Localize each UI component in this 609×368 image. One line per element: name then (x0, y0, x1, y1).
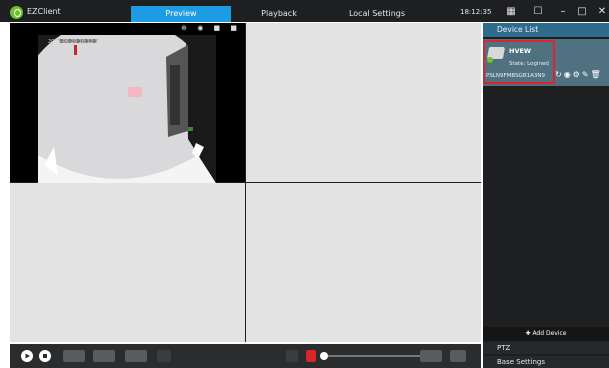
video-pane-4[interactable] (246, 183, 481, 342)
fisheye-image (38, 35, 216, 183)
video-pane-1[interactable]: ⊕ ◉ ■ ■ 2024-06-29 18:12:35 IPC001 (10, 23, 245, 183)
camera-tool-icons[interactable]: ⊕ ◉ ■ ■ (181, 24, 241, 32)
next-group-button[interactable] (93, 350, 115, 362)
playback-controls (10, 344, 481, 368)
close-icon[interactable]: ✕ (596, 6, 608, 18)
volume-slider-track[interactable] (328, 355, 428, 357)
app-logo-icon (10, 6, 23, 19)
tab-playback[interactable]: Playback (231, 6, 327, 22)
video-pane-3[interactable] (10, 183, 245, 342)
maximize-icon[interactable]: □ (576, 6, 588, 18)
microphone-icon[interactable] (286, 350, 298, 362)
layout-icon[interactable]: ▦ (505, 6, 517, 18)
add-device-label: Add Device (532, 330, 567, 337)
camera-osd-name: IPC001 (106, 39, 124, 45)
camera-feed: 2024-06-29 18:12:35 IPC001 (38, 35, 216, 183)
tab-preview[interactable]: Preview (131, 6, 231, 22)
device-list-header[interactable]: Device List (483, 23, 609, 37)
minimize-icon[interactable]: – (557, 6, 569, 18)
speaker-icon[interactable] (306, 350, 316, 362)
volume-slider-handle[interactable] (320, 352, 328, 360)
video-pane-2[interactable] (246, 23, 481, 182)
video-grid: ⊕ ◉ ■ ■ 2024-06-29 18:12:35 IPC001 (10, 23, 481, 342)
alarm-icon[interactable] (157, 350, 171, 362)
stop-icon (43, 354, 47, 358)
ptz-panel[interactable]: PTZ (483, 342, 609, 354)
record-button[interactable] (125, 350, 147, 362)
title-bar: EZClient Preview Playback Local Settings… (0, 0, 609, 22)
play-all-button[interactable] (21, 350, 33, 362)
app-name: EZClient (27, 7, 61, 16)
play-icon (25, 353, 30, 359)
camera-toolbar: ⊕ ◉ ■ ■ (10, 23, 245, 35)
stop-all-button[interactable] (39, 350, 51, 362)
base-settings-panel[interactable]: Base Settings (483, 356, 609, 368)
fullscreen-button[interactable] (420, 350, 442, 362)
device-action-icons[interactable]: ↻◉⚙✎🗑 (555, 70, 603, 79)
add-device-button[interactable]: ✚ Add Device (483, 327, 609, 341)
tab-local-settings[interactable]: Local Settings (327, 6, 427, 22)
clock: 18:12:35 (460, 8, 492, 16)
lock-icon[interactable]: ☐ (532, 6, 544, 18)
split-layout-button[interactable] (450, 350, 466, 362)
camera-osd-timestamp: 2024-06-29 18:12:35 (48, 39, 102, 45)
previous-group-button[interactable] (63, 350, 85, 362)
highlight-box (483, 40, 555, 84)
device-sidebar: Device List HVEW State: Logined PSLN9FMB… (483, 23, 609, 368)
